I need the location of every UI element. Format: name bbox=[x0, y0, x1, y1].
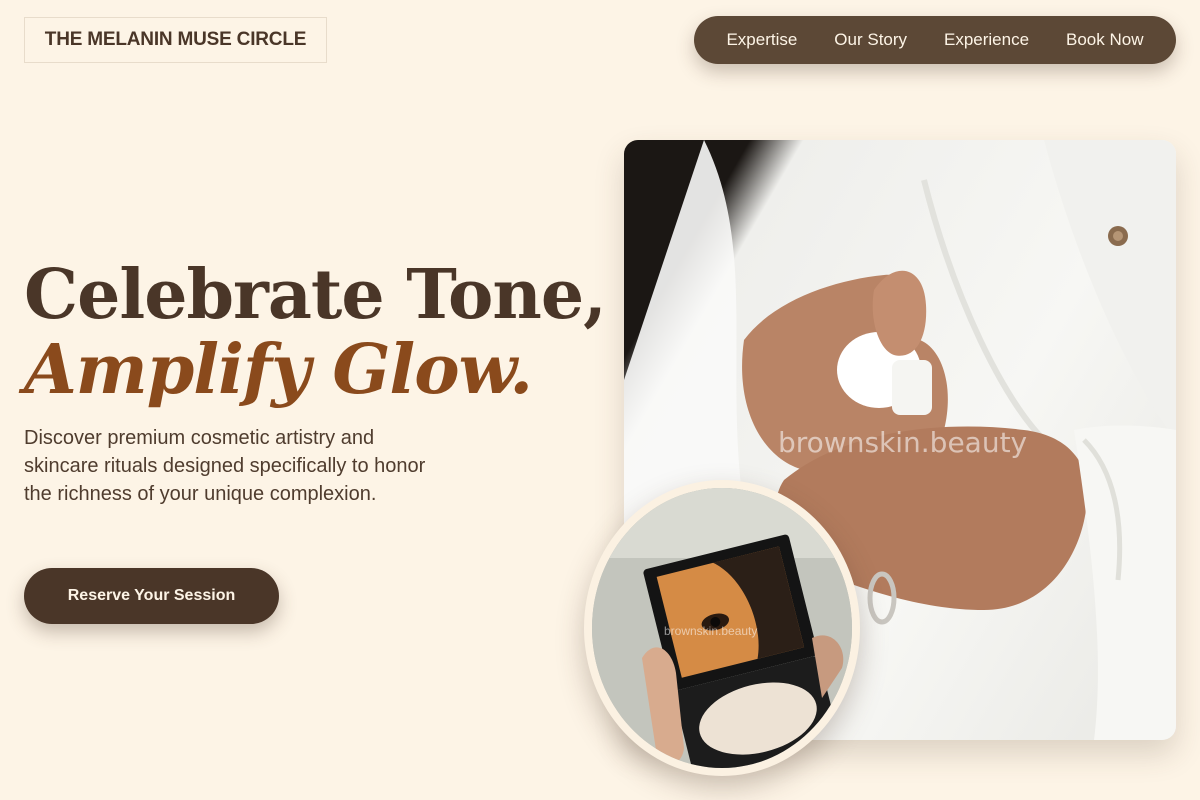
headline-line-2: Amplify Glow. bbox=[24, 330, 533, 410]
nav-item-book-now[interactable]: Book Now bbox=[1060, 26, 1149, 54]
hero-subtext: Discover premium cosmetic artistry and s… bbox=[24, 427, 426, 505]
headline-line-1: Celebrate Tone, bbox=[24, 255, 607, 335]
nav-item-expertise[interactable]: Expertise bbox=[720, 26, 803, 54]
main-nav: Expertise Our Story Experience Book Now bbox=[694, 16, 1176, 64]
image-watermark: brownskin.beauty bbox=[778, 426, 1028, 459]
hero-headline: Celebrate Tone, Amplify Glow. bbox=[24, 255, 607, 410]
nav-item-our-story[interactable]: Our Story bbox=[828, 26, 913, 54]
inset-watermark: brownskin.beauty bbox=[664, 624, 758, 638]
reserve-session-button[interactable]: Reserve Your Session bbox=[24, 568, 279, 624]
inset-photo-compact-mirror: brownskin.beauty bbox=[584, 480, 860, 776]
nav-item-experience[interactable]: Experience bbox=[938, 26, 1035, 54]
brand-logo[interactable]: THE MELANIN MUSE CIRCLE bbox=[24, 17, 327, 63]
